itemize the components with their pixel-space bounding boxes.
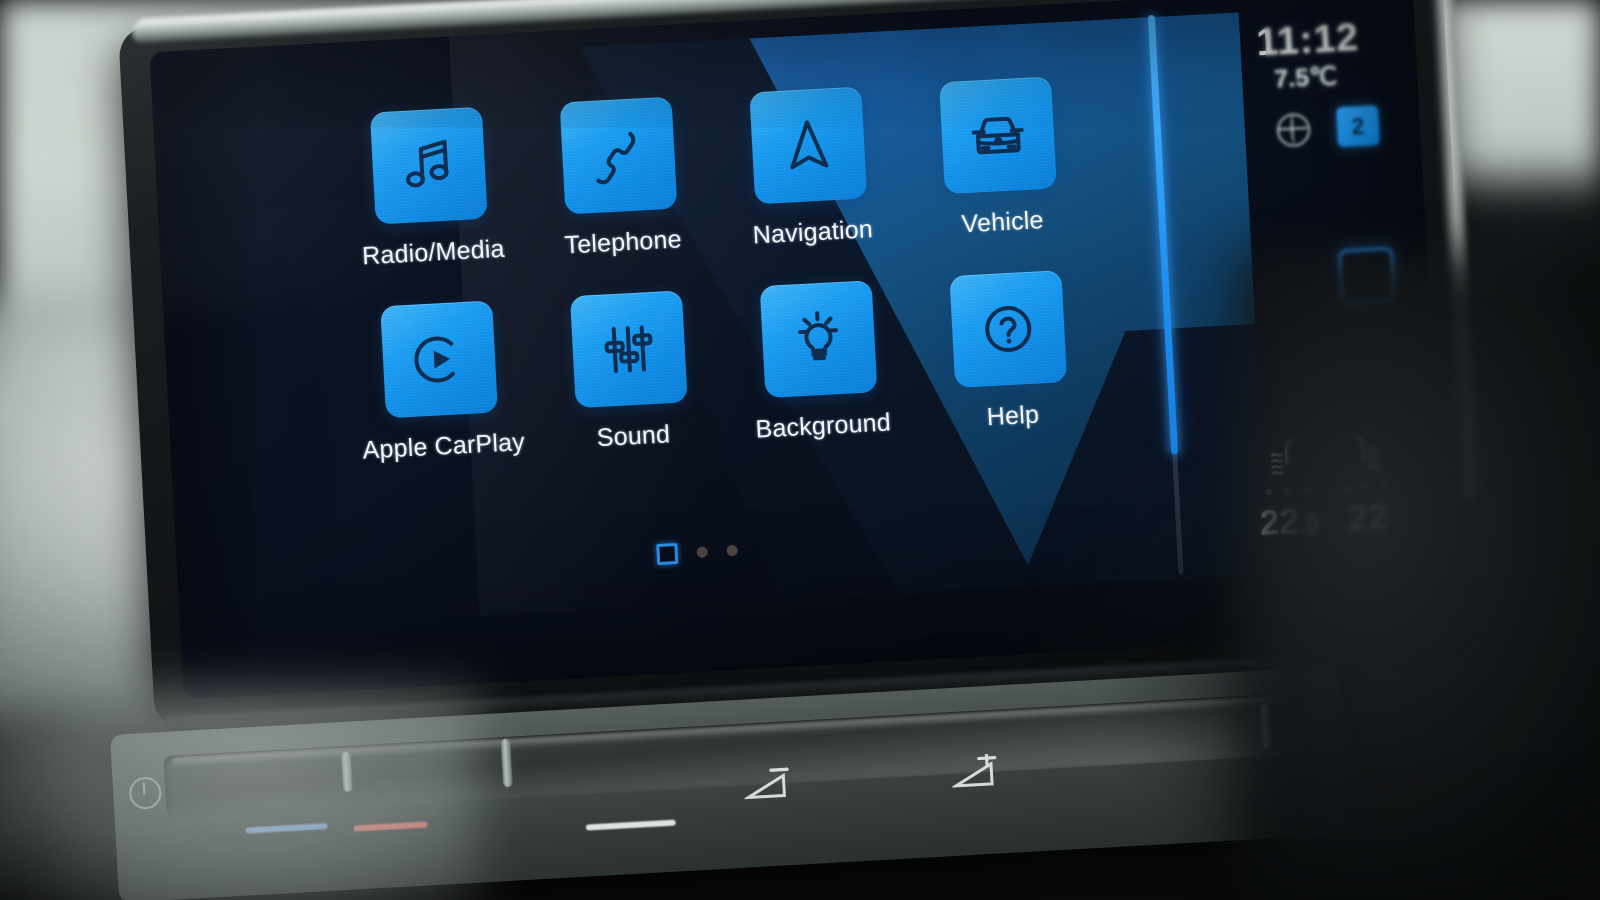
question-circle-icon (985, 306, 1032, 353)
foreground-dark-occluder (1240, 250, 1600, 900)
foreground-light-occluder (0, 690, 480, 900)
car-front-icon (971, 116, 1024, 155)
navigation-arrow-icon (790, 120, 829, 170)
lightbulb-icon (798, 311, 839, 361)
volume-down-icon[interactable] (742, 765, 797, 804)
volume-up-icon[interactable] (950, 753, 1004, 792)
carplay-icon (414, 336, 455, 383)
music-note-icon (405, 139, 449, 188)
equalizer-sliders-icon (604, 325, 653, 373)
phone-handset-icon (596, 131, 636, 185)
photo-scene: Radio/Media Telephone (0, 0, 1600, 900)
